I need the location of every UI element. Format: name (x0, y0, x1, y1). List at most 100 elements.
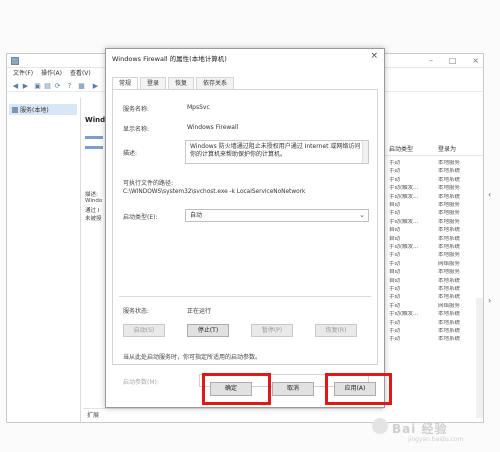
tab-logon[interactable]: 登录 (140, 77, 167, 89)
cell-startup-type: 手动(触发... (389, 185, 419, 192)
table-row[interactable]: 手动 本地服务 (385, 160, 483, 167)
services-app-icon (11, 57, 19, 65)
cell-logon-as: 本地服务 (438, 202, 461, 208)
table-row[interactable]: 手动 本地服务 (385, 210, 483, 217)
detail-link-stop[interactable] (85, 136, 103, 139)
cell-startup-type: 手动 (389, 294, 401, 301)
up-icon[interactable]: ▣ (33, 82, 42, 90)
table-row[interactable]: 自动 本地系统 (385, 227, 483, 234)
extended-tab[interactable]: 扩展 (87, 412, 99, 419)
tree-item-label: 服务(本地) (20, 107, 49, 114)
maximize-icon[interactable]: □ (449, 56, 457, 66)
column-startup-type[interactable]: 启动类型 (385, 144, 434, 155)
cell-startup-type: 手动 (389, 252, 401, 259)
cell-logon-as: 本地系统 (438, 227, 461, 234)
gear-icon (12, 106, 18, 113)
table-row[interactable]: 手动(触发... 本地系统 (385, 194, 483, 201)
start-params-hint: 当从此处启动服务时，你可指定所适用的启动参数。 (123, 354, 262, 361)
services-statusbar: 扩展 (83, 408, 383, 422)
description-label: 描述: (123, 150, 138, 157)
tab-dependencies[interactable]: 依存关系 (196, 77, 235, 89)
table-row[interactable]: 自动 本地服务 (385, 269, 483, 276)
cell-startup-type: 手动 (389, 328, 401, 334)
description-value: Windows 防火墙通过阻止未授权用户通过 Internet 或网络访问你的计… (190, 143, 361, 158)
close-window-icon[interactable]: × (472, 56, 479, 66)
play-icon[interactable]: ▶ (91, 82, 100, 90)
detail-line: Windo (85, 198, 103, 204)
chevron-right-icon: › (488, 296, 492, 305)
chevron-down-icon: ⌄ (359, 211, 365, 219)
table-row[interactable]: 手动 本地系统 (385, 320, 483, 327)
menu-action[interactable]: 操作(A) (41, 68, 62, 79)
cell-startup-type: 自动 (389, 202, 401, 208)
table-row[interactable]: 手动(触发... 本地系统 (385, 244, 483, 251)
cell-logon-as: 本地服务 (438, 160, 461, 166)
services-tree-pane: 服务(本地) (7, 98, 81, 422)
detail-line: 描述: (85, 192, 98, 198)
list-scrollbar[interactable] (476, 298, 483, 418)
help-icon[interactable]: ? (65, 82, 74, 90)
pause-button[interactable]: 暂停(P) (251, 324, 293, 337)
properties-dialog: Windows Firewall 的属性(本地计算机) × 常规 登录 恢复 依… (105, 48, 385, 408)
cell-startup-type: 自动 (389, 269, 401, 276)
column-logon-as[interactable]: 登录为 (434, 144, 483, 155)
description-textbox[interactable]: Windows 防火墙通过阻止未授权用户通过 Internet 或网络访问你的计… (185, 140, 369, 164)
cell-logon-as: 本地服务 (438, 269, 461, 276)
cancel-button[interactable]: 取消 (272, 382, 314, 396)
cell-startup-type: 手动(触发... (389, 311, 419, 318)
forward-icon[interactable]: ▶ (21, 82, 30, 90)
table-row[interactable]: 手动(触发... 本地服务 (385, 219, 483, 226)
description-scrollbar[interactable] (362, 141, 368, 163)
display-name-label: 显示名称: (123, 126, 150, 133)
refresh-icon[interactable]: ⟳ (53, 82, 62, 90)
table-row[interactable]: 自动 本地系统 (385, 278, 483, 285)
stop-button[interactable]: 停止(T) (187, 324, 229, 337)
cell-startup-type: 手动 (389, 286, 401, 292)
table-row[interactable]: 手动 本地系统 (385, 328, 483, 335)
highlight-ok-box (202, 373, 271, 405)
table-row[interactable]: 手动 本地系统 (385, 286, 483, 293)
table-row[interactable]: 自动 本地系统 (385, 236, 483, 243)
cell-startup-type: 手动 (389, 160, 401, 166)
table-row[interactable]: 自动 本地服务 (385, 202, 483, 209)
exe-path-label: 可执行文件的路径: (123, 180, 174, 187)
menu-file[interactable]: 文件(F) (13, 68, 33, 79)
startup-type-select[interactable]: 自动 ⌄ (185, 209, 369, 222)
table-row[interactable]: 手动(触发... 本地系统 (385, 311, 483, 318)
cell-startup-type: 手动(触发... (389, 218, 419, 225)
detail-link-restart[interactable] (85, 146, 103, 149)
minimize-icon[interactable]: – (429, 56, 433, 66)
menu-view[interactable]: 查看(V) (70, 68, 91, 79)
close-icon[interactable]: × (370, 51, 378, 61)
start-button[interactable]: 启动(S) (123, 324, 165, 337)
table-row[interactable]: 手动 网络服务 (385, 303, 483, 310)
cell-startup-type: 手动 (389, 210, 401, 217)
cell-logon-as: 本地服务 (438, 218, 461, 225)
table-row[interactable]: 手动 本地服务 (385, 252, 483, 259)
services-detail-pane: Wind 描述: Windo 通过 I 未被授 (83, 98, 107, 422)
table-row[interactable]: 手动(触发... 本地服务 (385, 185, 483, 192)
tab-recovery[interactable]: 恢复 (168, 77, 195, 89)
cell-startup-type: 手动 (389, 176, 401, 183)
cell-logon-as: 本地系统 (438, 168, 461, 175)
cell-startup-type: 手动 (389, 260, 401, 267)
table-row[interactable]: 手动 本地系统 (385, 177, 483, 184)
resume-button[interactable]: 恢复(R) (315, 324, 357, 337)
table-row[interactable]: 手动 网络服务 (385, 261, 483, 268)
cell-startup-type: 自动 (389, 227, 401, 234)
tree-item-services-local[interactable]: 服务(本地) (9, 104, 77, 115)
table-row[interactable]: 手动 本地系统 (385, 168, 483, 175)
back-icon[interactable]: ◀ (11, 82, 20, 90)
tab-general[interactable]: 常规 (112, 77, 139, 89)
service-name-value: MpsSvc (187, 104, 210, 111)
table-row[interactable]: 手动 本地系统 (385, 336, 483, 343)
desktop: – □ × 文件(F) 操作(A) 查看(V) ◀ ▶ ▣ ▤ ⟳ ? ▦ ▶ … (0, 0, 500, 452)
console-icon[interactable]: ▦ (77, 82, 86, 90)
cell-logon-as: 本地系统 (438, 235, 461, 242)
cell-startup-type: 自动 (389, 235, 401, 242)
display-name-value: Windows Firewall (187, 124, 239, 131)
properties-icon[interactable]: ▤ (43, 82, 52, 90)
watermark-brand: Bai 经验 (392, 422, 448, 436)
startup-type-value: 自动 (190, 212, 203, 219)
table-row[interactable]: 手动 本地系统 (385, 294, 483, 301)
